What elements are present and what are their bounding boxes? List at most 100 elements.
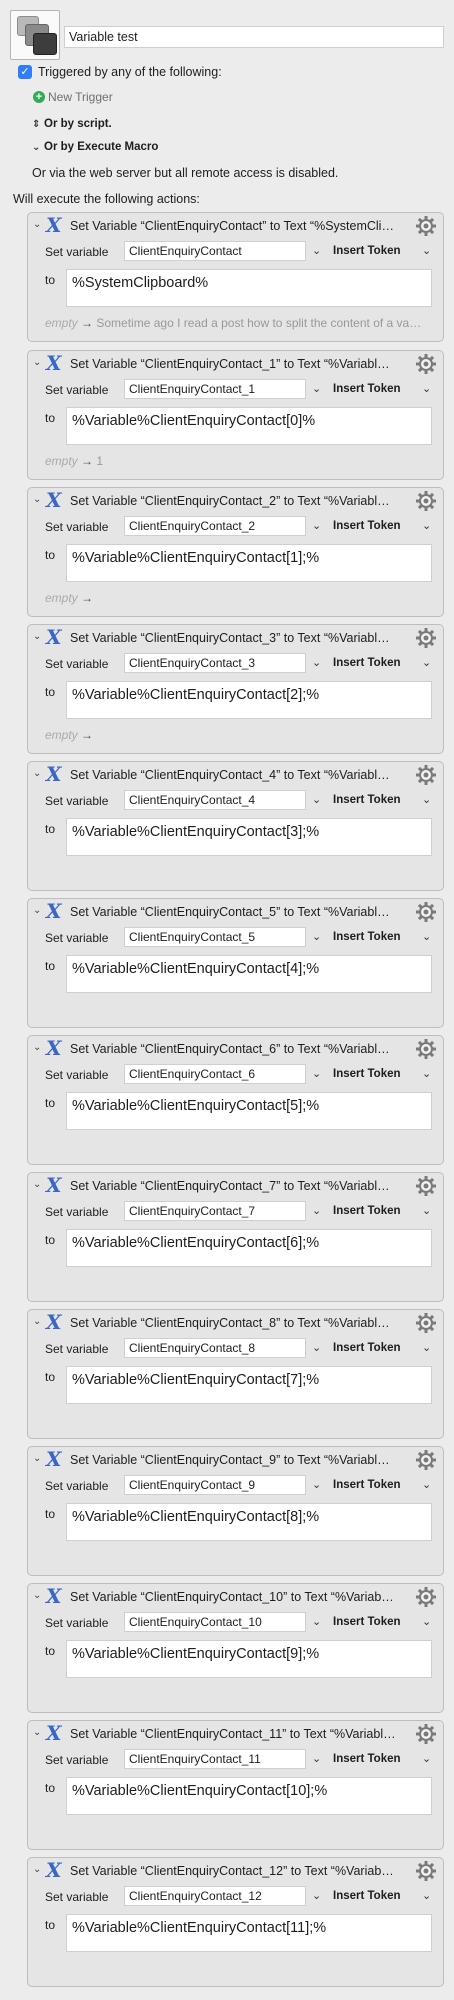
by-script-toggle[interactable]: ⇕ Or by script. <box>32 118 112 130</box>
chevron-down-icon[interactable]: ⌄ <box>422 656 431 669</box>
gear-icon[interactable] <box>415 627 437 649</box>
chevron-down-icon[interactable]: ⌄ <box>422 1889 431 1902</box>
insert-token-button[interactable]: Insert Token <box>333 383 401 395</box>
variable-name-field[interactable]: ClientEnquiryContact_11 <box>124 1749 306 1769</box>
chevron-down-icon[interactable]: ⌄ <box>33 1727 41 1738</box>
action-set-variable[interactable]: ⌄ X Set Variable “ClientEnquiryContact_6” … <box>27 1035 444 1165</box>
chevron-down-icon[interactable]: ⌄ <box>422 1752 431 1765</box>
action-header[interactable]: ⌄ X Set Variable “ClientEnquiryContact_10”… <box>28 1584 443 1610</box>
insert-token-button[interactable]: Insert Token <box>333 520 401 532</box>
text-value-field[interactable]: %Variable%ClientEnquiryContact[2];% <box>66 681 432 719</box>
action-title[interactable]: Set Variable “ClientEnquiryContact_2” to… <box>70 494 396 508</box>
action-header[interactable]: ⌄ X Set Variable “ClientEnquiryContact_4” … <box>28 762 443 788</box>
gear-icon[interactable] <box>415 1586 437 1608</box>
variable-name-field[interactable]: ClientEnquiryContact_2 <box>124 516 306 536</box>
variable-name-field[interactable]: ClientEnquiryContact_4 <box>124 790 306 810</box>
variable-name-field[interactable]: ClientEnquiryContact_9 <box>124 1475 306 1495</box>
text-value-field[interactable]: %Variable%ClientEnquiryContact[1];% <box>66 544 432 582</box>
gear-icon[interactable] <box>415 764 437 786</box>
action-title[interactable]: Set Variable “ClientEnquiryContact_1” to… <box>70 357 396 371</box>
macro-name-field[interactable]: Variable test <box>64 26 444 48</box>
insert-token-button[interactable]: Insert Token <box>333 657 401 669</box>
variable-name-field[interactable]: ClientEnquiryContact_8 <box>124 1338 306 1358</box>
action-set-variable[interactable]: ⌄ X Set Variable “ClientEnquiryContact_11”… <box>27 1720 444 1850</box>
chevron-down-icon[interactable]: ⌄ <box>33 1590 41 1601</box>
insert-token-button[interactable]: Insert Token <box>333 1753 401 1765</box>
action-set-variable[interactable]: ⌄ X Set Variable “ClientEnquiryContact” to… <box>27 212 444 342</box>
variable-name-field[interactable]: ClientEnquiryContact_1 <box>124 379 306 399</box>
action-header[interactable]: ⌄ X Set Variable “ClientEnquiryContact_11”… <box>28 1721 443 1747</box>
chevron-down-icon[interactable]: ⌄ <box>312 382 321 395</box>
action-title[interactable]: Set Variable “ClientEnquiryContact_9” to… <box>70 1453 396 1467</box>
chevron-down-icon[interactable]: ⌄ <box>312 1889 321 1902</box>
chevron-down-icon[interactable]: ⌄ <box>33 631 41 642</box>
insert-token-button[interactable]: Insert Token <box>333 1479 401 1491</box>
chevron-down-icon[interactable]: ⌄ <box>422 1067 431 1080</box>
variable-name-field[interactable]: ClientEnquiryContact_10 <box>124 1612 306 1632</box>
chevron-down-icon[interactable]: ⌄ <box>422 1615 431 1628</box>
text-value-field[interactable]: %Variable%ClientEnquiryContact[8];% <box>66 1503 432 1541</box>
action-header[interactable]: ⌄ X Set Variable “ClientEnquiryContact_12”… <box>28 1858 443 1884</box>
action-title[interactable]: Set Variable “ClientEnquiryContact_6” to… <box>70 1042 396 1056</box>
chevron-down-icon[interactable]: ⌄ <box>422 1341 431 1354</box>
action-set-variable[interactable]: ⌄ X Set Variable “ClientEnquiryContact_1” … <box>27 350 444 480</box>
chevron-down-icon[interactable]: ⌄ <box>33 357 41 368</box>
gear-icon[interactable] <box>415 901 437 923</box>
text-value-field[interactable]: %Variable%ClientEnquiryContact[5];% <box>66 1092 432 1130</box>
chevron-down-icon[interactable]: ⌄ <box>422 1204 431 1217</box>
action-set-variable[interactable]: ⌄ X Set Variable “ClientEnquiryContact_10”… <box>27 1583 444 1713</box>
insert-token-button[interactable]: Insert Token <box>333 931 401 943</box>
action-header[interactable]: ⌄ X Set Variable “ClientEnquiryContact_5” … <box>28 899 443 925</box>
text-value-field[interactable]: %SystemClipboard% <box>66 269 432 307</box>
chevron-down-icon[interactable]: ⌄ <box>312 1752 321 1765</box>
text-value-field[interactable]: %Variable%ClientEnquiryContact[9];% <box>66 1640 432 1678</box>
action-header[interactable]: ⌄ X Set Variable “ClientEnquiryContact_9” … <box>28 1447 443 1473</box>
chevron-down-icon[interactable]: ⌄ <box>33 1453 41 1464</box>
macro-stack-icon[interactable] <box>10 10 60 60</box>
insert-token-button[interactable]: Insert Token <box>333 1205 401 1217</box>
chevron-down-icon[interactable]: ⌄ <box>422 793 431 806</box>
insert-token-button[interactable]: Insert Token <box>333 245 401 257</box>
insert-token-button[interactable]: Insert Token <box>333 1616 401 1628</box>
action-title[interactable]: Set Variable “ClientEnquiryContact_3” to… <box>70 631 396 645</box>
insert-token-button[interactable]: Insert Token <box>333 1068 401 1080</box>
chevron-down-icon[interactable]: ⌄ <box>33 494 41 505</box>
action-header[interactable]: ⌄ X Set Variable “ClientEnquiryContact_1” … <box>28 351 443 377</box>
text-value-field[interactable]: %Variable%ClientEnquiryContact[4];% <box>66 955 432 993</box>
chevron-down-icon[interactable]: ⌄ <box>422 519 431 532</box>
variable-name-field[interactable]: ClientEnquiryContact_3 <box>124 653 306 673</box>
action-set-variable[interactable]: ⌄ X Set Variable “ClientEnquiryContact_12”… <box>27 1857 444 1987</box>
chevron-down-icon[interactable]: ⌄ <box>33 1316 41 1327</box>
chevron-down-icon[interactable]: ⌄ <box>312 1341 321 1354</box>
action-header[interactable]: ⌄ X Set Variable “ClientEnquiryContact_7” … <box>28 1173 443 1199</box>
action-set-variable[interactable]: ⌄ X Set Variable “ClientEnquiryContact_5” … <box>27 898 444 1028</box>
variable-name-field[interactable]: ClientEnquiryContact_6 <box>124 1064 306 1084</box>
text-value-field[interactable]: %Variable%ClientEnquiryContact[0]% <box>66 407 432 445</box>
gear-icon[interactable] <box>415 1860 437 1882</box>
gear-icon[interactable] <box>415 215 437 237</box>
action-title[interactable]: Set Variable “ClientEnquiryContact_11” t… <box>70 1727 396 1741</box>
action-set-variable[interactable]: ⌄ X Set Variable “ClientEnquiryContact_2” … <box>27 487 444 617</box>
gear-icon[interactable] <box>415 1449 437 1471</box>
action-header[interactable]: ⌄ X Set Variable “ClientEnquiryContact_8” … <box>28 1310 443 1336</box>
chevron-down-icon[interactable]: ⌄ <box>312 1478 321 1491</box>
text-value-field[interactable]: %Variable%ClientEnquiryContact[10];% <box>66 1777 432 1815</box>
chevron-down-icon[interactable]: ⌄ <box>312 656 321 669</box>
action-header[interactable]: ⌄ X Set Variable “ClientEnquiryContact_3” … <box>28 625 443 651</box>
chevron-down-icon[interactable]: ⌄ <box>422 382 431 395</box>
chevron-down-icon[interactable]: ⌄ <box>312 1067 321 1080</box>
text-value-field[interactable]: %Variable%ClientEnquiryContact[11];% <box>66 1914 432 1952</box>
chevron-down-icon[interactable]: ⌄ <box>33 219 41 230</box>
chevron-down-icon[interactable]: ⌄ <box>33 905 41 916</box>
chevron-down-icon[interactable]: ⌄ <box>312 519 321 532</box>
action-set-variable[interactable]: ⌄ X Set Variable “ClientEnquiryContact_7” … <box>27 1172 444 1302</box>
gear-icon[interactable] <box>415 1038 437 1060</box>
chevron-down-icon[interactable]: ⌄ <box>422 930 431 943</box>
chevron-down-icon[interactable]: ⌄ <box>312 1615 321 1628</box>
chevron-down-icon[interactable]: ⌄ <box>33 1179 41 1190</box>
action-title[interactable]: Set Variable “ClientEnquiryContact_5” to… <box>70 905 396 919</box>
action-title[interactable]: Set Variable “ClientEnquiryContact_10” t… <box>70 1590 396 1604</box>
chevron-down-icon[interactable]: ⌄ <box>33 1042 41 1053</box>
chevron-down-icon[interactable]: ⌄ <box>312 793 321 806</box>
action-title[interactable]: Set Variable “ClientEnquiryContact_4” to… <box>70 768 396 782</box>
